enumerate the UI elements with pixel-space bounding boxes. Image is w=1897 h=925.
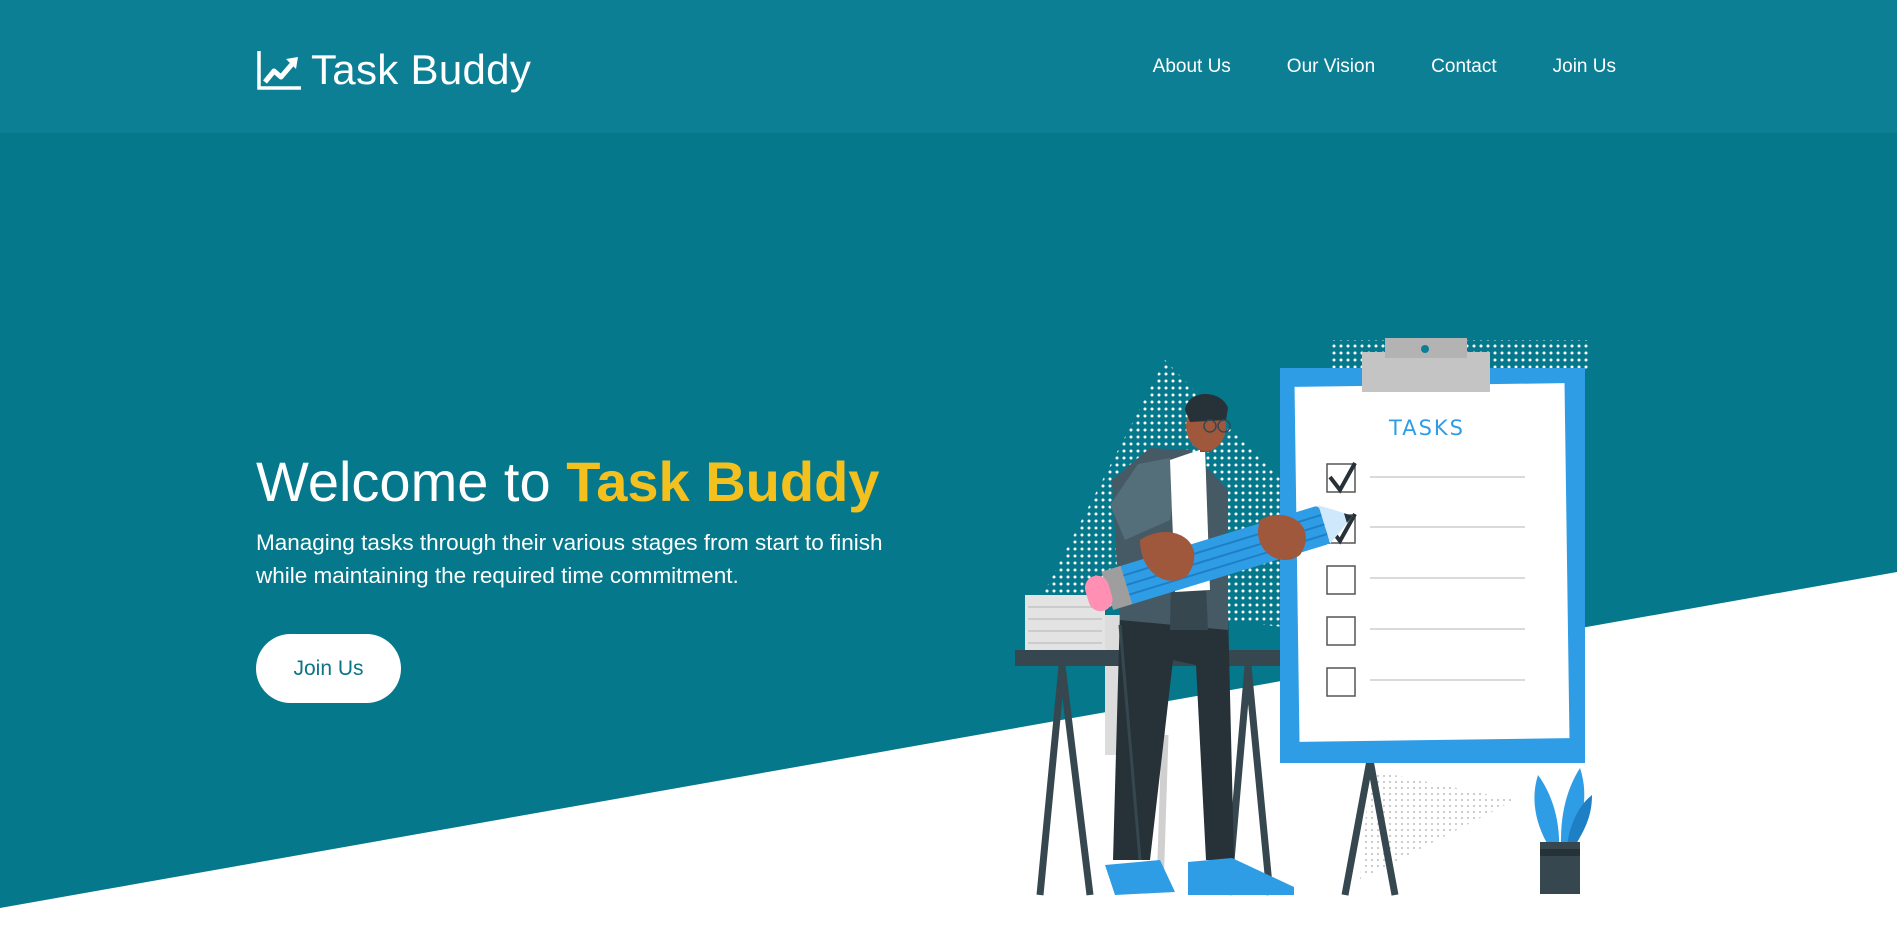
- nav-about-us[interactable]: About Us: [1153, 55, 1231, 79]
- hero-title: Welcome to Task Buddy: [256, 448, 879, 516]
- logo-text: Task Buddy: [311, 46, 532, 93]
- hero-subtitle: Managing tasks through their various sta…: [256, 530, 883, 588]
- nav-join-us[interactable]: Join Us: [1553, 55, 1616, 79]
- hero-title-highlight: Task Buddy: [566, 450, 880, 513]
- nav-our-vision[interactable]: Our Vision: [1287, 55, 1375, 79]
- main-nav: About Us Our Vision Contact Join Us: [1153, 55, 1616, 79]
- landing-page: Task Buddy About Us Our Vision Contact J…: [0, 0, 1897, 925]
- clipboard: TASKS: [1280, 338, 1585, 763]
- navbar: Task Buddy About Us Our Vision Contact J…: [0, 0, 1897, 133]
- hero-title-prefix: Welcome to: [256, 450, 567, 513]
- join-us-button[interactable]: Join Us: [256, 634, 401, 703]
- tasks-board-title: TASKS: [1388, 416, 1465, 440]
- nav-contact[interactable]: Contact: [1431, 55, 1496, 79]
- plant: [1534, 768, 1592, 894]
- tasks-illustration: TASKS: [1015, 338, 1592, 896]
- chart-line-icon: [257, 51, 301, 90]
- logo[interactable]: Task Buddy: [256, 46, 531, 94]
